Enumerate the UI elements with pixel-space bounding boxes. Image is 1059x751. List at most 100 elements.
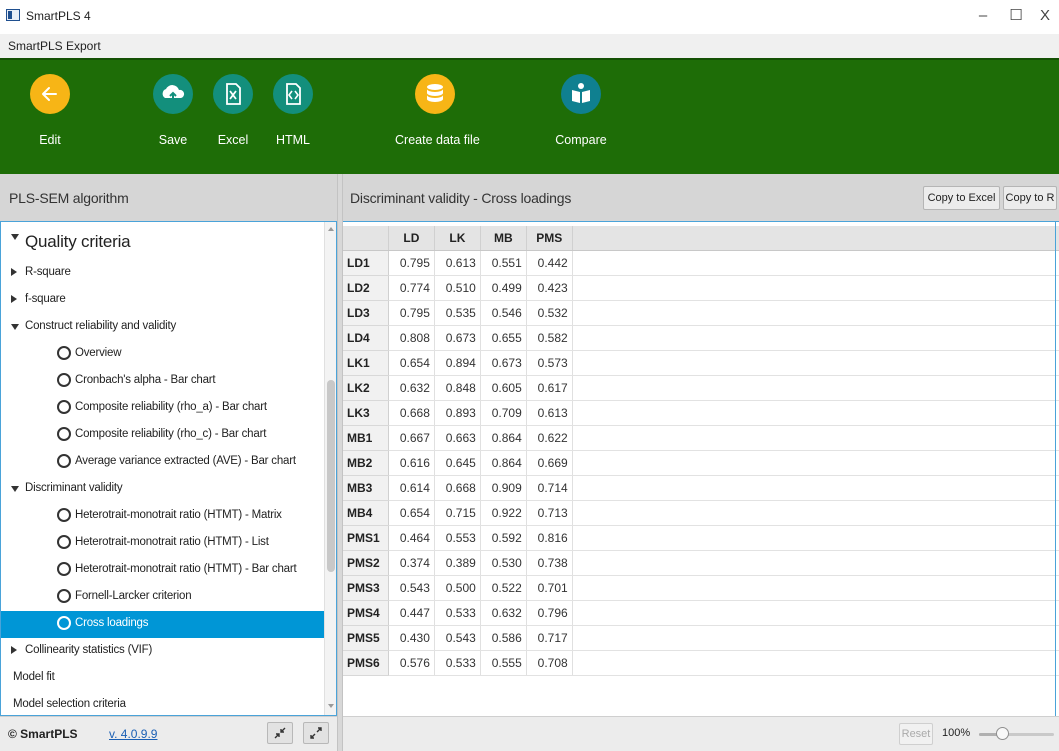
zoom-reset-button[interactable]: Reset	[899, 723, 933, 745]
tree-item[interactable]: Collinearity statistics (VIF)	[1, 638, 324, 665]
table-cell[interactable]: 0.738	[526, 550, 573, 576]
menu-smartpls[interactable]: SmartPLS	[8, 39, 63, 53]
table-cell[interactable]: 0.582	[526, 325, 573, 351]
table-cell[interactable]: 0.669	[526, 450, 573, 476]
table-cell[interactable]: 0.673	[480, 350, 527, 376]
copy-to-excel-button[interactable]: Copy to Excel	[923, 186, 1000, 210]
tree-item[interactable]: R-square	[1, 260, 324, 287]
copy-to-r-button[interactable]: Copy to R	[1003, 186, 1057, 210]
table-cell[interactable]: 0.430	[388, 625, 435, 651]
collapsed-arrow-icon[interactable]	[11, 268, 17, 276]
collapse-all-button[interactable]	[267, 722, 293, 744]
tree-item[interactable]: Heterotrait-monotrait ratio (HTMT) - Bar…	[1, 557, 324, 584]
table-cell[interactable]: 0.795	[388, 250, 435, 276]
table-cell[interactable]: 0.553	[434, 525, 481, 551]
expanded-arrow-icon[interactable]	[11, 234, 19, 240]
table-cell[interactable]: 0.848	[434, 375, 481, 401]
table-cell[interactable]: 0.864	[480, 425, 527, 451]
table-cell[interactable]: 0.715	[434, 500, 481, 526]
tree-item[interactable]: Overview	[1, 341, 324, 368]
html-button[interactable]: HTML	[273, 74, 313, 147]
table-cell[interactable]: 0.605	[480, 375, 527, 401]
compare-button[interactable]: Compare	[555, 74, 607, 147]
table-cell[interactable]: 0.423	[526, 275, 573, 301]
expanded-arrow-icon[interactable]	[11, 324, 19, 330]
table-cell[interactable]: 0.592	[480, 525, 527, 551]
table-cell[interactable]: 0.533	[434, 650, 481, 676]
scroll-up-icon[interactable]	[328, 227, 334, 231]
table-cell[interactable]: 0.546	[480, 300, 527, 326]
table-cell[interactable]: 0.701	[526, 575, 573, 601]
tree-item[interactable]: Cross loadings	[1, 611, 324, 638]
tree-item[interactable]: Composite reliability (rho_c) - Bar char…	[1, 422, 324, 449]
expand-all-button[interactable]	[303, 722, 329, 744]
table-cell[interactable]: 0.464	[388, 525, 435, 551]
tree-item[interactable]: Quality criteria	[1, 222, 324, 260]
table-cell[interactable]: 0.442	[526, 250, 573, 276]
table-cell[interactable]: 0.909	[480, 475, 527, 501]
menu-export[interactable]: Export	[66, 39, 101, 53]
table-cell[interactable]: 0.576	[388, 650, 435, 676]
table-cell[interactable]: 0.796	[526, 600, 573, 626]
table-cell[interactable]: 0.714	[526, 475, 573, 501]
collapsed-arrow-icon[interactable]	[11, 646, 17, 654]
table-cell[interactable]: 0.808	[388, 325, 435, 351]
table-cell[interactable]: 0.654	[388, 350, 435, 376]
table-cell[interactable]: 0.530	[480, 550, 527, 576]
collapsed-arrow-icon[interactable]	[11, 295, 17, 303]
tree-item[interactable]: Average variance extracted (AVE) - Bar c…	[1, 449, 324, 476]
table-cell[interactable]: 0.717	[526, 625, 573, 651]
column-header[interactable]: PMS	[526, 226, 573, 251]
table-cell[interactable]: 0.613	[434, 250, 481, 276]
column-header[interactable]: LD	[388, 226, 435, 251]
tree-item[interactable]: Cronbach's alpha - Bar chart	[1, 368, 324, 395]
table-cell[interactable]: 0.533	[434, 600, 481, 626]
table-cell[interactable]: 0.499	[480, 275, 527, 301]
table-cell[interactable]: 0.632	[388, 375, 435, 401]
close-button[interactable]: X	[1030, 4, 1059, 28]
table-cell[interactable]: 0.622	[526, 425, 573, 451]
table-cell[interactable]: 0.532	[526, 300, 573, 326]
save-button[interactable]: Save	[153, 74, 193, 147]
tree-item[interactable]: Heterotrait-monotrait ratio (HTMT) - Lis…	[1, 530, 324, 557]
edit-button[interactable]: Edit	[30, 74, 70, 147]
table-cell[interactable]: 0.708	[526, 650, 573, 676]
tree-item[interactable]: Construct reliability and validity	[1, 314, 324, 341]
table-cell[interactable]: 0.551	[480, 250, 527, 276]
create-data-file-button[interactable]: Create data file	[395, 74, 480, 147]
version-link[interactable]: v. 4.0.9.9	[109, 727, 157, 741]
tree-scrollbar[interactable]	[324, 222, 336, 715]
table-cell[interactable]: 0.632	[480, 600, 527, 626]
table-cell[interactable]: 0.655	[480, 325, 527, 351]
table-cell[interactable]: 0.774	[388, 275, 435, 301]
column-header[interactable]: LK	[434, 226, 481, 251]
table-cell[interactable]: 0.816	[526, 525, 573, 551]
table-cell[interactable]: 0.586	[480, 625, 527, 651]
table-cell[interactable]: 0.614	[388, 475, 435, 501]
table-cell[interactable]: 0.864	[480, 450, 527, 476]
table-cell[interactable]: 0.663	[434, 425, 481, 451]
tree-item[interactable]: Model fit	[1, 665, 324, 692]
table-cell[interactable]: 0.673	[434, 325, 481, 351]
table-cell[interactable]: 0.922	[480, 500, 527, 526]
table-cell[interactable]: 0.713	[526, 500, 573, 526]
table-cell[interactable]: 0.668	[434, 475, 481, 501]
table-cell[interactable]: 0.616	[388, 450, 435, 476]
table-cell[interactable]: 0.795	[388, 300, 435, 326]
table-cell[interactable]: 0.555	[480, 650, 527, 676]
table-cell[interactable]: 0.447	[388, 600, 435, 626]
scroll-down-icon[interactable]	[328, 704, 334, 708]
table-cell[interactable]: 0.654	[388, 500, 435, 526]
table-cell[interactable]: 0.510	[434, 275, 481, 301]
tree-item[interactable]: Heterotrait-monotrait ratio (HTMT) - Mat…	[1, 503, 324, 530]
tree-item[interactable]: Composite reliability (rho_a) - Bar char…	[1, 395, 324, 422]
tree-item[interactable]: f-square	[1, 287, 324, 314]
table-cell[interactable]: 0.645	[434, 450, 481, 476]
table-cell[interactable]: 0.709	[480, 400, 527, 426]
table-cell[interactable]: 0.894	[434, 350, 481, 376]
table-cell[interactable]: 0.667	[388, 425, 435, 451]
excel-button[interactable]: Excel	[213, 74, 253, 147]
table-cell[interactable]: 0.573	[526, 350, 573, 376]
table-cell[interactable]: 0.374	[388, 550, 435, 576]
table-cell[interactable]: 0.613	[526, 400, 573, 426]
